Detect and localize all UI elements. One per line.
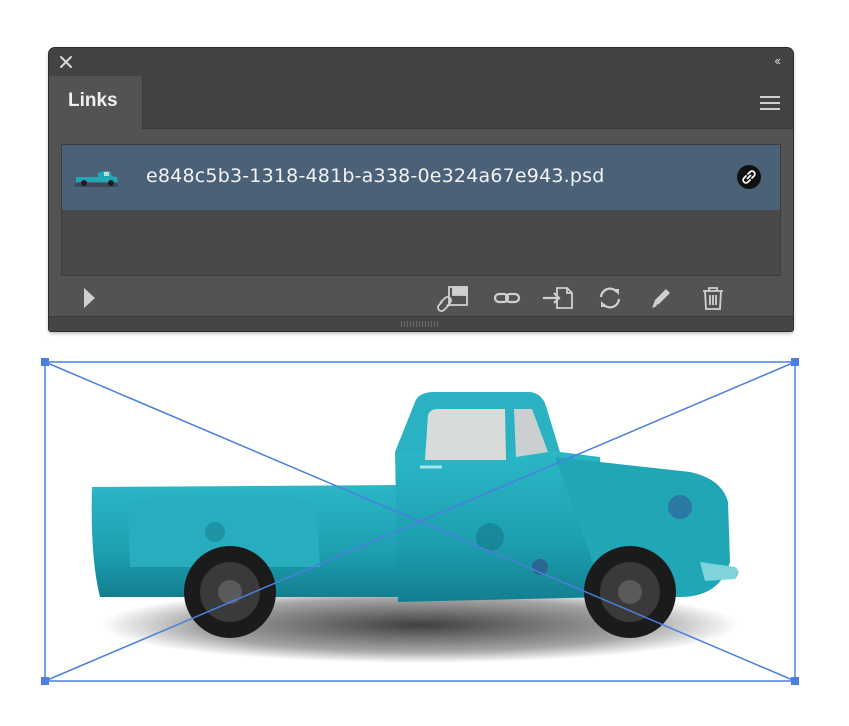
- go-to-link-icon[interactable]: [541, 284, 575, 312]
- link-filename: e848c5b3-1318-481b-a338-0e324a67e943.psd: [146, 165, 605, 187]
- panel-menu-icon[interactable]: [760, 96, 780, 110]
- link-row[interactable]: e848c5b3-1318-481b-a338-0e324a67e943.psd: [62, 145, 780, 210]
- links-list: e848c5b3-1318-481b-a338-0e324a67e943.psd: [61, 144, 781, 276]
- linked-icon[interactable]: [736, 164, 762, 190]
- edit-original-icon[interactable]: [647, 284, 675, 312]
- update-link-icon[interactable]: [596, 284, 624, 312]
- truck-image: [91, 392, 739, 638]
- delete-icon[interactable]: [699, 284, 727, 312]
- close-icon[interactable]: [59, 55, 73, 69]
- tab-links[interactable]: Links: [49, 76, 143, 129]
- panel-titlebar: ‹‹: [49, 48, 793, 76]
- resize-grip-icon[interactable]: [401, 321, 439, 327]
- tab-links-label: Links: [68, 90, 118, 111]
- placed-image-artwork: [41, 358, 799, 685]
- panel-resize-bar[interactable]: [49, 316, 793, 331]
- relink-icon[interactable]: [493, 284, 521, 312]
- relink-from-cc-libraries-icon[interactable]: [435, 284, 471, 312]
- truck-thumbnail-icon: [74, 171, 118, 187]
- show-info-triangle-icon[interactable]: [75, 284, 103, 312]
- panel-tabbar: Links: [49, 76, 793, 129]
- collapse-icon[interactable]: ‹‹: [774, 54, 781, 68]
- links-panel: ‹‹ Links e848c5b3-1318-481b-a338-0e324a6…: [49, 48, 793, 331]
- panel-footer: [49, 280, 793, 316]
- placed-image-frame[interactable]: [41, 358, 799, 685]
